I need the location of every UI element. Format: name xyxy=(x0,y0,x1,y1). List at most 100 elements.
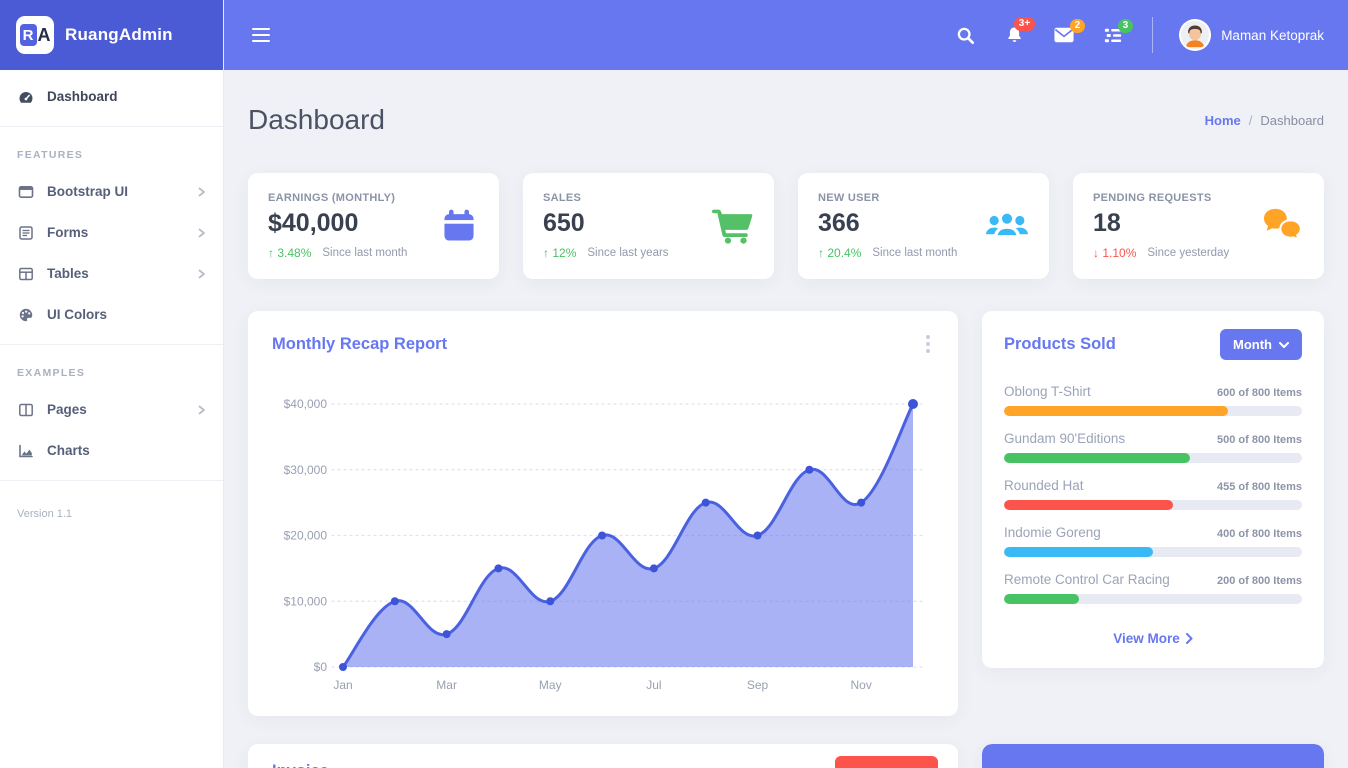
stat-trend: ↓ 1.10% Since yesterday xyxy=(1093,246,1229,260)
svg-text:Jan: Jan xyxy=(333,678,352,692)
sidebar-item-forms[interactable]: Forms xyxy=(0,212,223,253)
search-icon xyxy=(956,26,975,45)
version-label: Version 1.1 xyxy=(0,490,223,538)
logo-letter-a: A xyxy=(38,25,51,46)
stat-card-sales: SALES 650 ↑ 12% Since last years xyxy=(523,173,774,279)
stat-note: Since last month xyxy=(322,247,407,259)
month-filter-button[interactable]: Month xyxy=(1220,329,1302,360)
sidebar: R A RuangAdmin Dashboard FEATURES Bootst… xyxy=(0,0,224,768)
breadcrumb-home-link[interactable]: Home xyxy=(1205,113,1241,128)
stat-value: 18 xyxy=(1093,209,1229,238)
message-badge: 2 xyxy=(1070,19,1086,33)
breadcrumb: Home / Dashboard xyxy=(1205,113,1324,128)
area-chart-icon xyxy=(17,443,35,459)
view-more-label: View More xyxy=(1113,631,1180,646)
products-sold-card: Products Sold Month Oblong T-Shirt xyxy=(982,311,1324,668)
products-list: Oblong T-Shirt 600 of 800 Items Gundam 9… xyxy=(1004,384,1302,604)
topbar: 3+ 2 3 Maman Ketoprak xyxy=(224,0,1348,70)
progress-fill xyxy=(1004,406,1228,416)
stat-label: EARNINGS (MONTHLY) xyxy=(268,192,407,204)
stat-label: NEW USER xyxy=(818,192,957,204)
table-icon xyxy=(17,266,35,282)
product-count: 455 of 800 Items xyxy=(1217,481,1302,493)
progress-track xyxy=(1004,453,1302,463)
sidebar-item-label: Bootstrap UI xyxy=(47,184,128,199)
user-menu[interactable]: Maman Ketoprak xyxy=(1179,19,1324,51)
progress-fill xyxy=(1004,594,1079,604)
sidebar-heading-examples: EXAMPLES xyxy=(0,354,223,389)
notification-badge: 3+ xyxy=(1014,17,1035,31)
stat-value: 650 xyxy=(543,209,669,238)
charts-row: Monthly Recap Report $0$10,000$20,000$30… xyxy=(248,311,1324,716)
sidebar-menu: Dashboard FEATURES Bootstrap UI Forms xyxy=(0,70,223,538)
avatar xyxy=(1179,19,1211,51)
svg-text:Mar: Mar xyxy=(436,678,457,692)
progress-track xyxy=(1004,406,1302,416)
app-root: R A RuangAdmin Dashboard FEATURES Bootst… xyxy=(0,0,1348,768)
stat-label: SALES xyxy=(543,192,669,204)
kebab-menu-icon[interactable] xyxy=(922,331,934,357)
product-item: Indomie Goreng 400 of 800 Items xyxy=(1004,525,1302,557)
progress-track xyxy=(1004,547,1302,557)
breadcrumb-separator: / xyxy=(1249,113,1253,128)
logo-letter-r: R xyxy=(20,24,37,46)
message-card xyxy=(982,744,1324,768)
chevron-right-icon xyxy=(198,269,206,279)
sidebar-item-label: Tables xyxy=(47,266,89,281)
sidebar-item-charts[interactable]: Charts xyxy=(0,430,223,471)
product-item: Gundam 90'Editions 500 of 800 Items xyxy=(1004,431,1302,463)
cart-icon xyxy=(712,207,754,245)
month-filter-label: Month xyxy=(1233,337,1272,352)
messages-button[interactable]: 2 xyxy=(1054,27,1074,43)
chevron-right-icon xyxy=(198,187,206,197)
stat-card-pending-requests: PENDING REQUESTS 18 ↓ 1.10% Since yester… xyxy=(1073,173,1324,279)
sidebar-item-tables[interactable]: Tables xyxy=(0,253,223,294)
sidebar-heading-features: FEATURES xyxy=(0,136,223,171)
stat-trend: ↑ 3.48% Since last month xyxy=(268,246,407,260)
sidebar-item-ui-colors[interactable]: UI Colors xyxy=(0,294,223,335)
product-name: Oblong T-Shirt xyxy=(1004,384,1091,399)
stat-label: PENDING REQUESTS xyxy=(1093,192,1229,204)
chevron-right-icon xyxy=(198,228,206,238)
notifications-button[interactable]: 3+ xyxy=(1005,25,1024,45)
svg-text:$10,000: $10,000 xyxy=(284,594,328,608)
product-item: Rounded Hat 455 of 800 Items xyxy=(1004,478,1302,510)
tasks-button[interactable]: 3 xyxy=(1104,27,1122,44)
product-item: Remote Control Car Racing 200 of 800 Ite… xyxy=(1004,572,1302,604)
hamburger-menu-icon[interactable] xyxy=(248,24,274,47)
view-more-link[interactable]: View More xyxy=(1004,631,1302,646)
product-name: Indomie Goreng xyxy=(1004,525,1101,540)
sidebar-item-label: Charts xyxy=(47,443,90,458)
progress-fill xyxy=(1004,453,1190,463)
search-button[interactable] xyxy=(956,26,975,45)
progress-track xyxy=(1004,500,1302,510)
products-card-title: Products Sold xyxy=(1004,335,1116,354)
product-name: Rounded Hat xyxy=(1004,478,1084,493)
create-new-button[interactable]: Create New xyxy=(835,756,938,768)
sidebar-item-label: Pages xyxy=(47,402,87,417)
product-name: Gundam 90'Editions xyxy=(1004,431,1125,446)
chevron-right-icon xyxy=(1186,633,1193,644)
stat-trend: ↑ 12% Since last years xyxy=(543,246,669,260)
recap-card-title: Monthly Recap Report xyxy=(272,335,447,354)
sidebar-item-bootstrap-ui[interactable]: Bootstrap UI xyxy=(0,171,223,212)
brand-logo: R A xyxy=(16,16,54,54)
stat-trend: ↑ 20.4% Since last month xyxy=(818,246,957,260)
monthly-recap-card: Monthly Recap Report $0$10,000$20,000$30… xyxy=(248,311,958,716)
brand[interactable]: R A RuangAdmin xyxy=(0,0,223,70)
svg-text:$20,000: $20,000 xyxy=(284,529,328,543)
stat-card-earnings: EARNINGS (MONTHLY) $40,000 ↑ 3.48% Since… xyxy=(248,173,499,279)
sidebar-item-dashboard[interactable]: Dashboard xyxy=(0,76,223,117)
stat-note: Since last month xyxy=(872,247,957,259)
sidebar-item-pages[interactable]: Pages xyxy=(0,389,223,430)
product-count: 400 of 800 Items xyxy=(1217,528,1302,540)
page-title: Dashboard xyxy=(248,104,385,136)
palette-icon xyxy=(17,307,35,323)
svg-text:Nov: Nov xyxy=(851,678,872,692)
svg-text:Sep: Sep xyxy=(747,678,769,692)
columns-icon xyxy=(17,402,35,418)
sidebar-item-label: UI Colors xyxy=(47,307,107,322)
stat-cards-row: EARNINGS (MONTHLY) $40,000 ↑ 3.48% Since… xyxy=(248,173,1324,279)
stat-note: Since last years xyxy=(587,247,668,259)
page-content: Dashboard Home / Dashboard EARNINGS (MON… xyxy=(224,70,1348,768)
